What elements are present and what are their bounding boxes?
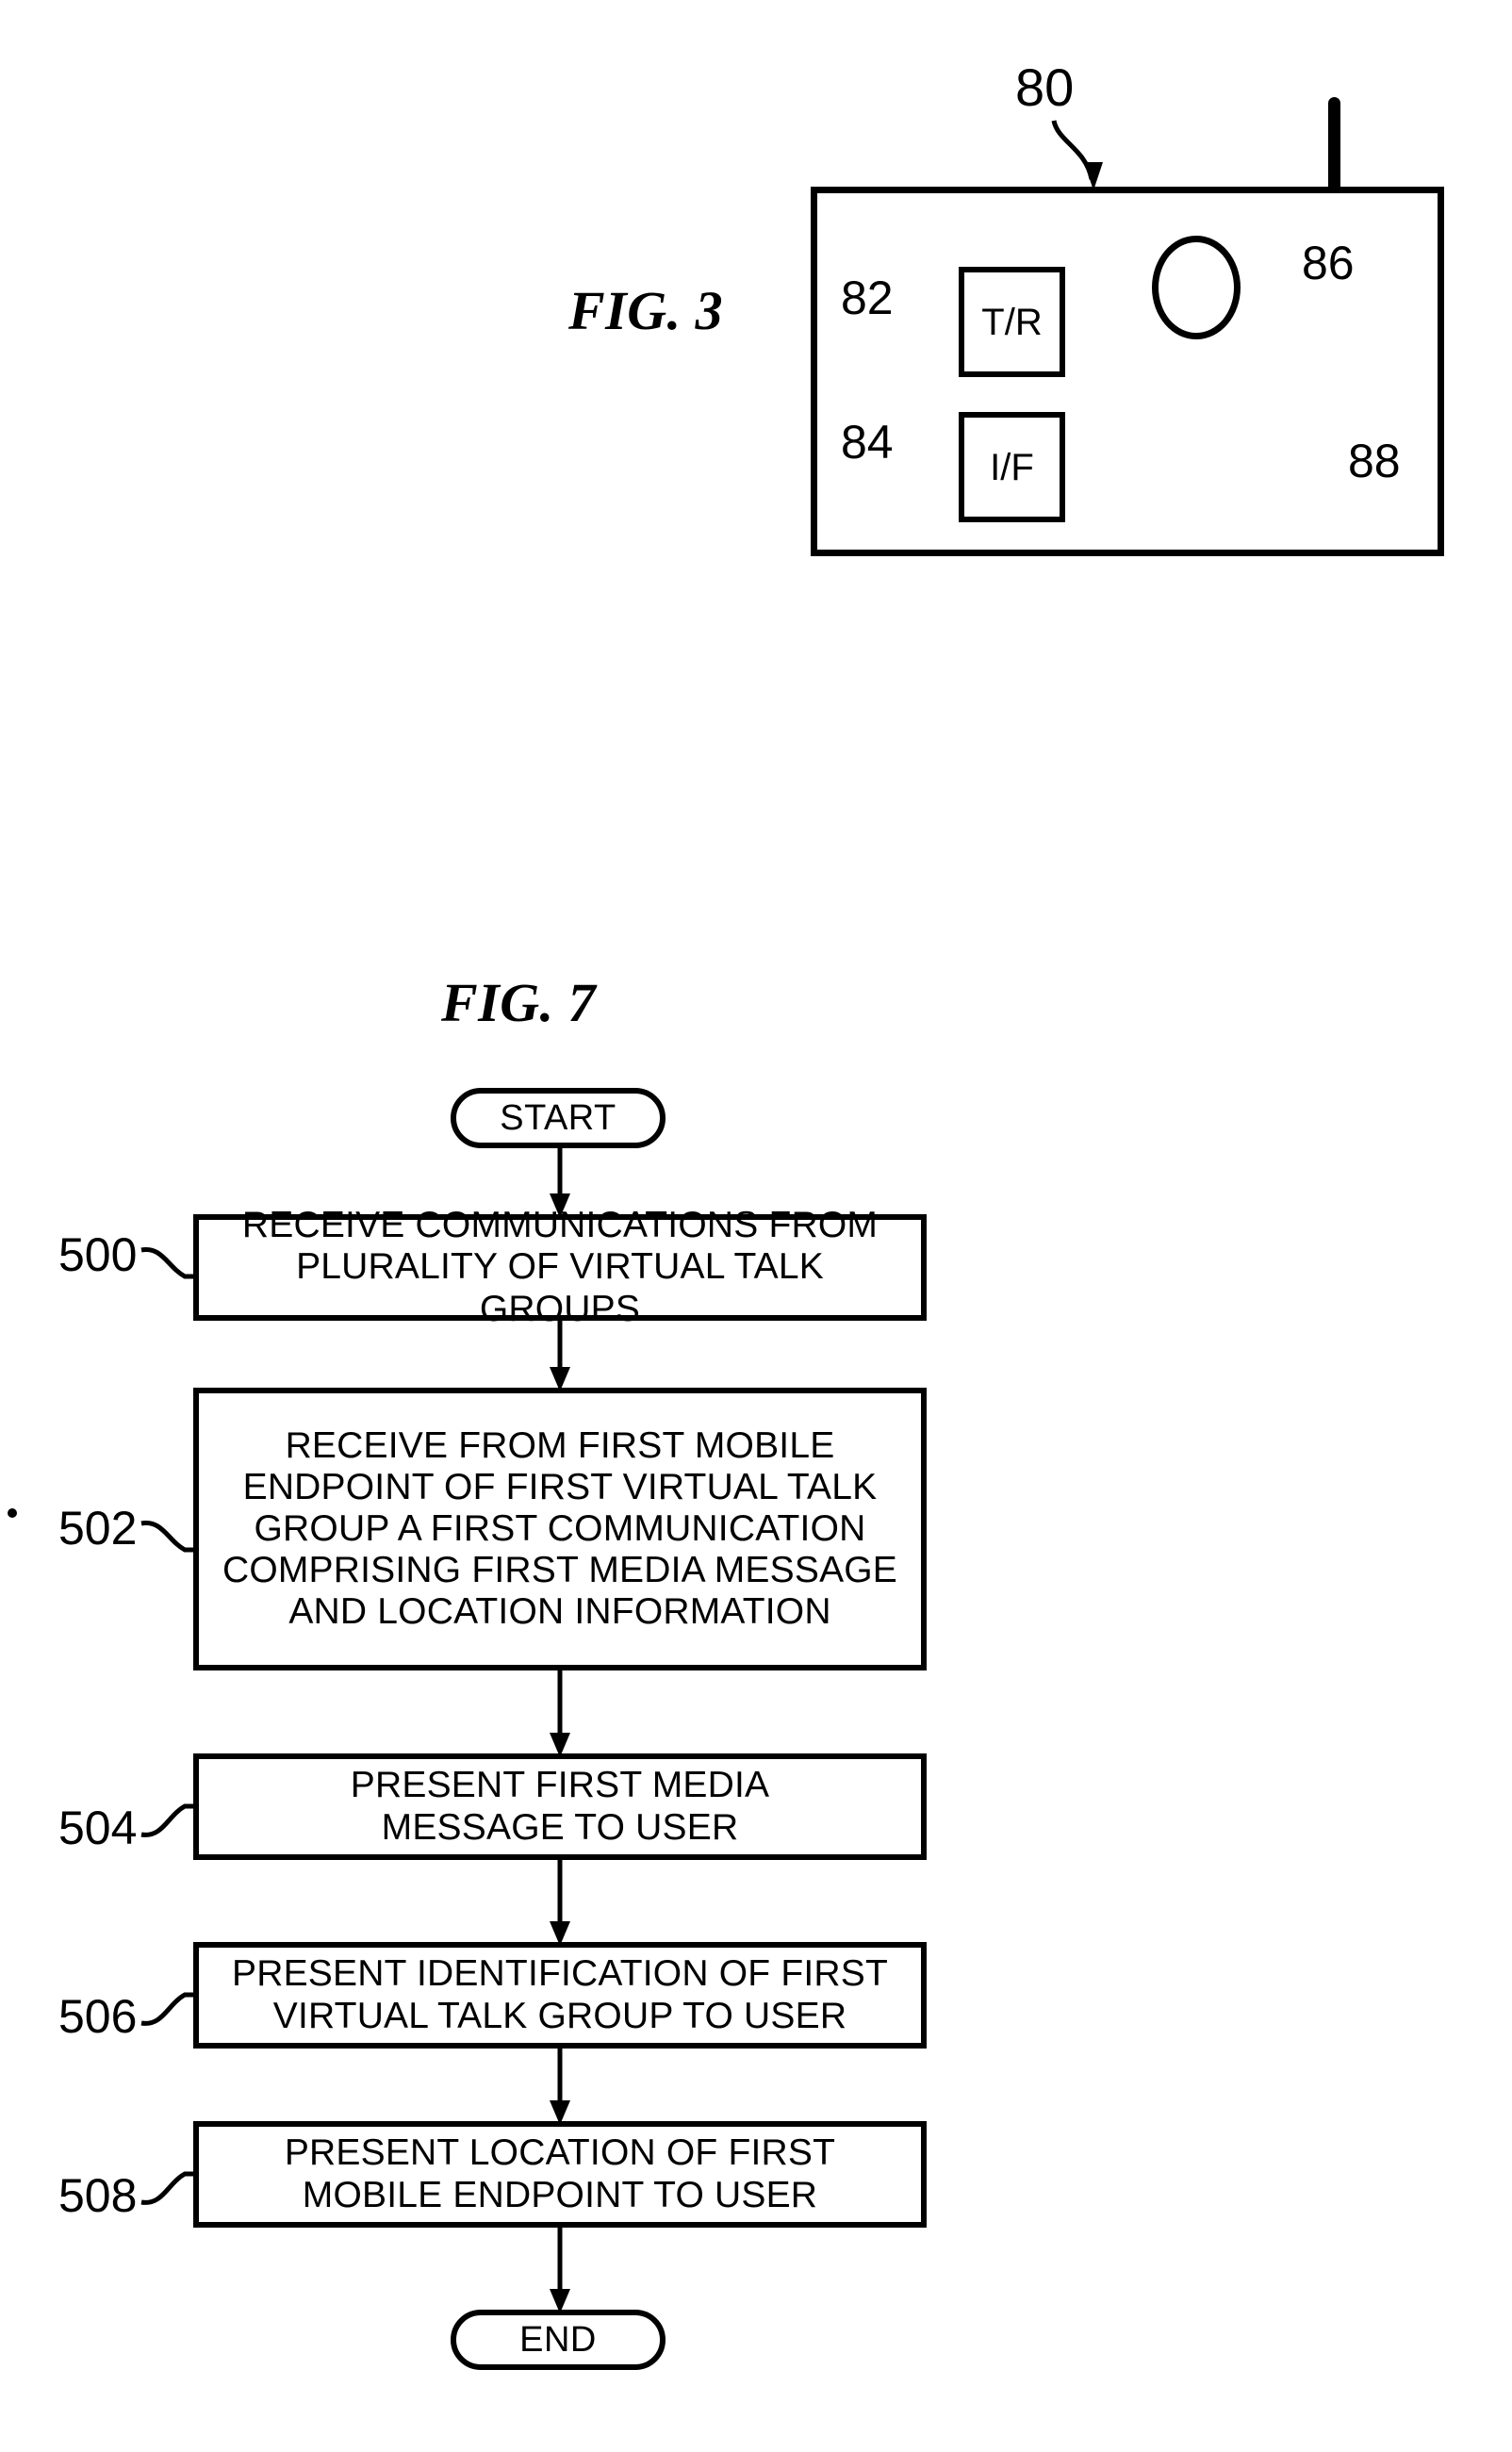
- reference-numeral-84: 84: [841, 416, 894, 469]
- end-label: END: [519, 2319, 597, 2360]
- leader-500: [140, 1247, 193, 1279]
- flowchart-end-terminator: END: [451, 2310, 666, 2370]
- interface-block: I/F: [959, 412, 1065, 522]
- step-504-line-1: PRESENT FIRST MEDIA: [350, 1765, 770, 1806]
- patent-drawing-sheet: FIG. 3 T/R I/F 80 82 84 86 88 FIG. 7 STA…: [0, 0, 1512, 2452]
- stray-ink-dot: [8, 1508, 17, 1518]
- step-leaders: [140, 1247, 193, 2205]
- interface-block-label: I/F: [990, 446, 1034, 488]
- step-506-text: PRESENT IDENTIFICATION OF FIRST VIRTUAL …: [232, 1953, 888, 2036]
- step-502-line-1: RECEIVE FROM FIRST MOBILE: [285, 1424, 835, 1466]
- step-508-text: PRESENT LOCATION OF FIRST MOBILE ENDPOIN…: [285, 2132, 835, 2215]
- step-502-line-2: ENDPOINT OF FIRST VIRTUAL TALK: [242, 1466, 878, 1507]
- step-504-text: PRESENT FIRST MEDIA MESSAGE TO USER: [351, 1765, 769, 1848]
- memory-cylinder: [1131, 361, 1305, 517]
- reference-numeral-500: 500: [58, 1228, 138, 1281]
- step-502-text: RECEIVE FROM FIRST MOBILE ENDPOINT OF FI…: [222, 1425, 897, 1633]
- step-508-line-1: PRESENT LOCATION OF FIRST: [284, 2132, 836, 2174]
- start-label: START: [500, 1097, 616, 1138]
- reference-numeral-504: 504: [58, 1802, 138, 1854]
- processor-circle-shape: [1152, 236, 1241, 339]
- transceiver-block-label: T/R: [981, 301, 1043, 343]
- step-506-line-1: PRESENT IDENTIFICATION OF FIRST: [232, 1953, 888, 1995]
- flowchart-step-502: RECEIVE FROM FIRST MOBILE ENDPOINT OF FI…: [193, 1388, 927, 1670]
- reference-numeral-88: 88: [1348, 435, 1401, 487]
- figure-3-title: FIG. 3: [568, 280, 724, 341]
- flowchart-step-504: PRESENT FIRST MEDIA MESSAGE TO USER: [193, 1753, 927, 1860]
- step-500-line-2: PLURALITY OF VIRTUAL TALK GROUPS: [296, 1246, 824, 1329]
- flowchart-step-508: PRESENT LOCATION OF FIRST MOBILE ENDPOIN…: [193, 2121, 927, 2228]
- flowchart-step-506: PRESENT IDENTIFICATION OF FIRST VIRTUAL …: [193, 1942, 927, 2049]
- leader-502: [140, 1521, 193, 1553]
- flowchart-step-500: RECEIVE COMMUNICATIONS FROM PLURALITY OF…: [193, 1205, 927, 1329]
- reference-numeral-82: 82: [841, 272, 894, 324]
- step-500-text: RECEIVE COMMUNICATIONS FROM PLURALITY OF…: [214, 1205, 906, 1329]
- reference-numeral-80: 80: [1015, 58, 1075, 117]
- antenna-icon: [1328, 97, 1340, 196]
- reference-numeral-86: 86: [1302, 237, 1355, 289]
- flowchart-start-terminator: START: [451, 1088, 666, 1148]
- step-502-line-3: GROUP A FIRST COMMUNICATION: [254, 1507, 866, 1549]
- step-502-line-4: COMPRISING FIRST MEDIA MESSAGE: [222, 1550, 898, 1591]
- leader-504: [140, 1803, 193, 1837]
- leader-508: [140, 2171, 193, 2205]
- step-504-line-2: MESSAGE TO USER: [381, 1806, 739, 1848]
- step-500-line-1: RECEIVE COMMUNICATIONS FROM: [241, 1205, 879, 1246]
- step-508-line-2: MOBILE ENDPOINT TO USER: [302, 2174, 818, 2215]
- step-506-line-2: VIRTUAL TALK GROUP TO USER: [272, 1995, 847, 2036]
- leader-506: [140, 1992, 193, 2026]
- transceiver-block: T/R: [959, 267, 1065, 377]
- leader-80: [1051, 120, 1094, 180]
- figure-7-title: FIG. 7: [441, 972, 597, 1033]
- reference-numeral-506: 506: [58, 1990, 138, 2043]
- step-502-line-5: AND LOCATION INFORMATION: [288, 1591, 831, 1633]
- reference-numeral-502: 502: [58, 1502, 138, 1555]
- reference-numeral-508: 508: [58, 2169, 138, 2222]
